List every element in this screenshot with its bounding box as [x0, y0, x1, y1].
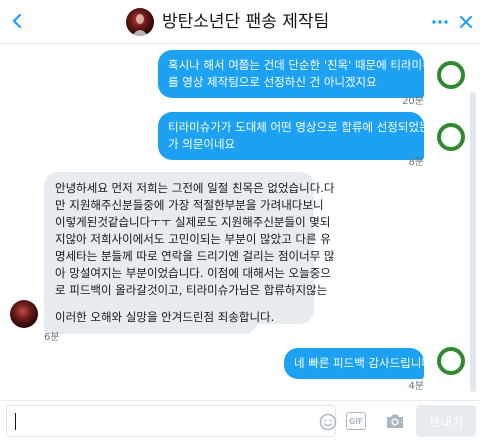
back-chevron-icon	[12, 13, 22, 29]
my-avatar[interactable]	[437, 123, 465, 151]
text-caret	[15, 413, 16, 430]
scrollbar[interactable]	[470, 92, 476, 392]
camera-icon	[387, 414, 403, 428]
message-line: 아 망설여지는 부분이었습니다. 이점에 대해서는 오늘중으	[55, 266, 331, 280]
more-dots-icon	[432, 20, 448, 24]
message-timestamp: 20분	[402, 96, 424, 107]
gif-icon: GIF	[348, 416, 364, 426]
send-button[interactable]: 보내기	[416, 405, 476, 437]
avatar-figure-icon	[132, 14, 148, 36]
gif-button[interactable]: GIF	[346, 412, 366, 430]
message-line: 로 피드백이 올라갈것이고, 티라미슈가님은 합류하지않는	[55, 283, 328, 297]
message-timestamp: 4분	[408, 381, 424, 392]
message-composer: GIF 보내기	[0, 400, 480, 440]
more-options-button[interactable]	[430, 10, 450, 34]
add-photo-button[interactable]	[384, 410, 406, 432]
message-thread[interactable]: 혹시나 해서 여쭙는 건데 단순한 '친목' 때문에 티라미슈가 를 영상 제작…	[0, 44, 480, 400]
back-button[interactable]	[4, 6, 30, 36]
message-line: 를 영상 제작팀으로 선정하신 건 아니겠지요	[168, 75, 377, 89]
emoji-icon	[319, 413, 337, 431]
message-line: 혹시나 해서 여쭙는 건데 단순한 '친목' 때문에 티라미슈가	[168, 58, 444, 72]
close-button[interactable]	[456, 10, 476, 34]
message-line: 이렇게된것같습니다ㅜㅜ 실제로도 지원해주신분들이 몇되	[55, 215, 331, 229]
emoji-button[interactable]	[319, 413, 337, 431]
message-line: 안녕하세요 먼저 저희는 그전에 일절 친목은 없었습니다.다	[55, 181, 335, 195]
message-line: 가 의문이네요	[168, 137, 236, 151]
conversation-header: 방탄소년단 팬송 제작팀	[0, 0, 480, 44]
message-line: 명세타는 분들께 따로 연락을 드리기엔 걸리는 점이너무 많	[55, 249, 335, 263]
message-timestamp: 8분	[408, 157, 424, 168]
message-input[interactable]	[6, 405, 337, 437]
message-line: 네 빠른 피드백 감사드립니다	[294, 356, 432, 370]
message-bubble-outgoing[interactable]: 네 빠른 피드백 감사드립니다	[284, 348, 432, 379]
my-avatar[interactable]	[437, 347, 465, 375]
my-avatar[interactable]	[437, 61, 465, 89]
message-timestamp: 6분	[44, 332, 60, 343]
message-line: 만 지원해주신분들중에 가장 적절한부분을 가려내다보니	[55, 198, 324, 212]
sender-avatar[interactable]	[10, 300, 38, 328]
close-icon	[460, 16, 472, 28]
message-line: 지않아 저희사이에서도 고민이되는 부분이 많았고 다른 유	[55, 232, 331, 246]
message-line: 이러한 오해와 실망을 안겨드린점 죄송합니다.	[55, 310, 275, 324]
conversation-title: 방탄소년단 팬송 제작팀	[162, 12, 330, 32]
message-line: 티라미슈가가 도대체 어떤 영상으로 합류에 선정되었는지	[168, 120, 441, 134]
message-bubble-outgoing[interactable]: 혹시나 해서 여쭙는 건데 단순한 '친목' 때문에 티라미슈가 를 영상 제작…	[158, 50, 444, 98]
group-avatar[interactable]	[126, 8, 154, 36]
